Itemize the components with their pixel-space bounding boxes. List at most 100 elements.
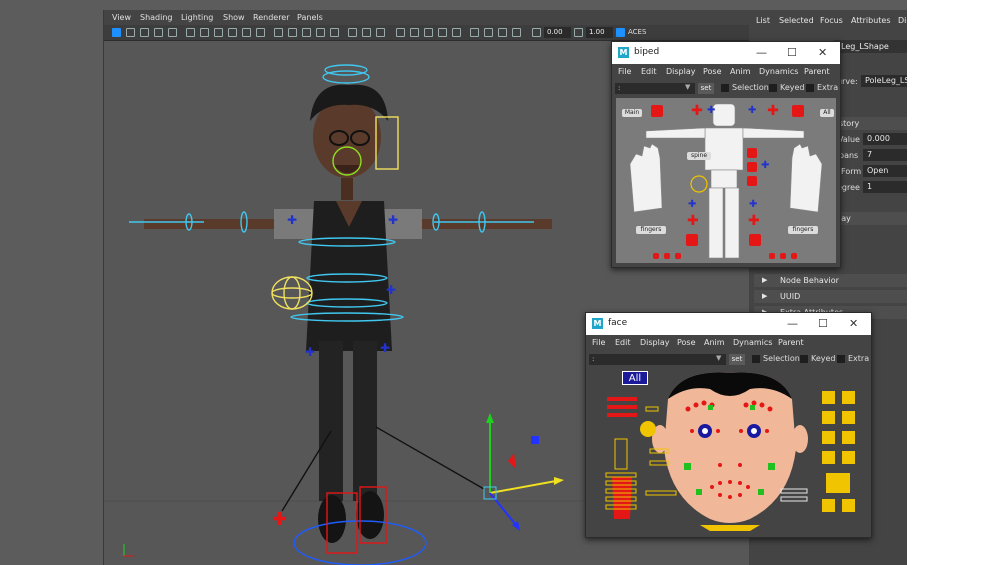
- biped-titlebar[interactable]: M biped — ☐ ✕: [612, 42, 840, 64]
- exposure-field[interactable]: 0.00: [544, 27, 571, 38]
- ambient-occlusion-icon[interactable]: [396, 28, 405, 37]
- face-menu-pose[interactable]: Pose: [677, 338, 696, 347]
- biped-menu-display[interactable]: Display: [666, 67, 696, 76]
- face-menu-file[interactable]: File: [592, 338, 605, 347]
- biped-selection-checkbox[interactable]: [721, 84, 729, 92]
- anti-aliasing-icon[interactable]: [424, 28, 433, 37]
- biped-blue-cross[interactable]: ✚: [761, 161, 769, 171]
- minimize-icon[interactable]: —: [756, 46, 767, 59]
- biped-cross-control[interactable]: ✚: [748, 214, 760, 228]
- node-behavior-section[interactable]: ▶ Node Behavior: [754, 274, 907, 287]
- close-icon[interactable]: ✕: [849, 317, 858, 330]
- camera-attributes-icon[interactable]: [126, 28, 135, 37]
- node-tab[interactable]: _Leg_LShape: [834, 40, 907, 53]
- biped-extra-checkbox[interactable]: [806, 84, 814, 92]
- gamma-field[interactable]: 1.00: [586, 27, 613, 38]
- color-management-icon[interactable]: [616, 28, 625, 37]
- biped-blue-cross[interactable]: ✚: [707, 106, 715, 116]
- face-menu-dynamics[interactable]: Dynamics: [733, 338, 772, 347]
- textured-icon[interactable]: [348, 28, 357, 37]
- face-namespace-combo[interactable]: :: [589, 354, 726, 365]
- attr-field-value[interactable]: 0.000: [863, 133, 907, 145]
- biped-set-button[interactable]: set: [698, 83, 714, 94]
- grease-pencil-icon[interactable]: [186, 28, 195, 37]
- finger-control-button[interactable]: [780, 253, 786, 259]
- face-extra-checkbox[interactable]: [837, 355, 845, 363]
- menu-shading[interactable]: Shading: [140, 13, 173, 22]
- foot-control-button[interactable]: [749, 234, 761, 246]
- biped-cross-control[interactable]: ✚: [691, 104, 703, 118]
- tab-selected[interactable]: Selected: [779, 16, 814, 25]
- spine-control-button[interactable]: [747, 162, 757, 172]
- field-chart-icon[interactable]: [256, 28, 265, 37]
- face-selection-checkbox[interactable]: [752, 355, 760, 363]
- face-set-button[interactable]: set: [729, 354, 745, 365]
- foot-control-button[interactable]: [686, 234, 698, 246]
- curve-field[interactable]: PoleLeg_LSh: [861, 75, 915, 87]
- spine-control-button[interactable]: [747, 148, 757, 158]
- tab-focus[interactable]: Focus: [820, 16, 843, 25]
- gate-mask-icon[interactable]: [242, 28, 251, 37]
- finger-control-button[interactable]: [653, 253, 659, 259]
- menu-lighting[interactable]: Lighting: [181, 13, 213, 22]
- face-titlebar[interactable]: M face — ☐ ✕: [586, 313, 871, 335]
- menu-panels[interactable]: Panels: [297, 13, 323, 22]
- finger-control-button[interactable]: [664, 253, 670, 259]
- spine-label[interactable]: spine: [687, 152, 711, 160]
- biped-control-button[interactable]: [792, 105, 804, 117]
- spine-control-button[interactable]: [747, 176, 757, 186]
- biped-keyed-checkbox[interactable]: [769, 84, 777, 92]
- tab-attributes[interactable]: Attributes: [851, 16, 891, 25]
- menu-renderer[interactable]: Renderer: [253, 13, 290, 22]
- attr-field-spans[interactable]: 7: [863, 149, 907, 161]
- lights-icon[interactable]: [362, 28, 371, 37]
- maximize-icon[interactable]: ☐: [818, 317, 828, 330]
- 2d-pan-icon[interactable]: [168, 28, 177, 37]
- finger-control-button[interactable]: [675, 253, 681, 259]
- resolution-gate-icon[interactable]: [228, 28, 237, 37]
- grid-icon[interactable]: [200, 28, 209, 37]
- face-menu-display[interactable]: Display: [640, 338, 670, 347]
- safe-title-icon[interactable]: [288, 28, 297, 37]
- biped-menu-parent[interactable]: Parent: [804, 67, 830, 76]
- finger-control-button[interactable]: [769, 253, 775, 259]
- shadows-icon[interactable]: [376, 28, 385, 37]
- biped-menu-file[interactable]: File: [618, 67, 631, 76]
- all-label[interactable]: All: [820, 109, 834, 117]
- uuid-section[interactable]: ▶ UUID: [754, 290, 907, 303]
- wireframe-on-shaded-icon[interactable]: [330, 28, 339, 37]
- biped-control-button[interactable]: [651, 105, 663, 117]
- xray-joints-icon[interactable]: [484, 28, 493, 37]
- film-gate-icon[interactable]: [214, 28, 223, 37]
- depth-of-field-icon[interactable]: [438, 28, 447, 37]
- face-menu-edit[interactable]: Edit: [615, 338, 631, 347]
- biped-menu-edit[interactable]: Edit: [641, 67, 657, 76]
- tab-display[interactable]: Di: [898, 16, 906, 25]
- biped-cross-control[interactable]: ✚: [767, 104, 779, 118]
- close-icon[interactable]: ✕: [818, 46, 827, 59]
- motion-blur-icon[interactable]: [410, 28, 419, 37]
- biped-blue-cross[interactable]: ✚: [749, 200, 757, 210]
- bookmark-icon[interactable]: [140, 28, 149, 37]
- face-keyed-checkbox[interactable]: [800, 355, 808, 363]
- maximize-icon[interactable]: ☐: [787, 46, 797, 59]
- xray-components-icon[interactable]: [498, 28, 507, 37]
- fingers-left-label[interactable]: fingers: [636, 226, 666, 234]
- isolate-select-icon[interactable]: [452, 28, 461, 37]
- safe-action-icon[interactable]: [274, 28, 283, 37]
- biped-menu-pose[interactable]: Pose: [703, 67, 722, 76]
- smooth-shade-icon[interactable]: [316, 28, 325, 37]
- biped-cross-control[interactable]: ✚: [687, 214, 699, 228]
- wireframe-icon[interactable]: [302, 28, 311, 37]
- biped-blue-cross[interactable]: ✚: [688, 200, 696, 210]
- xray-icon[interactable]: [470, 28, 479, 37]
- minimize-icon[interactable]: —: [787, 317, 798, 330]
- face-menu-anim[interactable]: Anim: [704, 338, 725, 347]
- attr-field-form[interactable]: Open: [863, 165, 907, 177]
- tab-list[interactable]: List: [756, 16, 770, 25]
- backface-icon[interactable]: [512, 28, 521, 37]
- face-menu-parent[interactable]: Parent: [778, 338, 804, 347]
- main-label[interactable]: Main: [622, 109, 642, 117]
- attr-field-degree[interactable]: 1: [863, 181, 907, 193]
- finger-control-button[interactable]: [791, 253, 797, 259]
